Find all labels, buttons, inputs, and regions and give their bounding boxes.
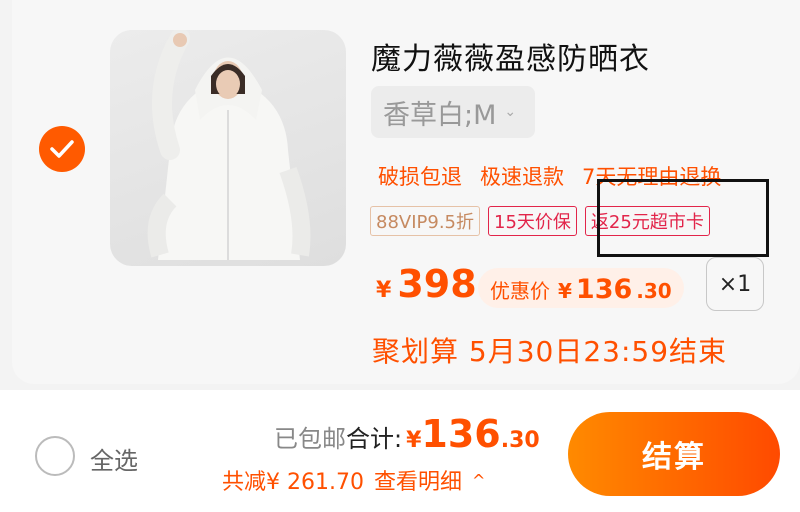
tag-price-protection: 15天价保 — [488, 206, 577, 236]
select-all-label[interactable]: 全选 — [90, 441, 138, 476]
highlight-box — [597, 179, 769, 257]
select-all-radio[interactable] — [35, 436, 75, 476]
chevron-down-icon: ⌄ — [504, 104, 517, 120]
product-title[interactable]: 魔力薇薇盈感防晒衣 — [371, 34, 650, 78]
deal-countdown: 聚划算 5月30日23:59结束 — [372, 335, 728, 368]
sku-text: 香草白;M — [383, 99, 497, 131]
promo-dec: .30 — [636, 279, 672, 303]
savings-text: 共减¥ 261.70 — [222, 470, 364, 495]
total-symbol: ¥ — [406, 428, 422, 453]
promo-int: 136 — [575, 274, 633, 305]
checkmark-icon — [50, 140, 74, 158]
promo-symbol: ¥ — [558, 279, 572, 303]
item-checkbox[interactable] — [39, 126, 85, 172]
total-line: 已包邮 合计: ¥ 136 .30 — [274, 412, 540, 456]
view-details-link[interactable]: 查看明细 — [374, 464, 462, 496]
checkout-bar: 全选 已包邮 合计: ¥ 136 .30 共减¥ 261.70 查看明细 ^ 结… — [0, 390, 800, 512]
discount-price-badge: 优惠价 ¥ 136 .30 — [478, 268, 684, 308]
chevron-up-icon: ^ — [472, 470, 486, 490]
service-item: 极速退款 — [480, 165, 564, 189]
checkout-button[interactable]: 结算 — [568, 412, 780, 496]
sku-selector[interactable]: 香草白;M ⌄ — [371, 86, 535, 138]
total-label: 合计: — [346, 425, 403, 453]
promo-label: 优惠价 — [490, 279, 550, 303]
free-shipping-label: 已包邮 — [274, 425, 346, 453]
original-price: ¥ 398 — [376, 262, 477, 306]
savings-line[interactable]: 共减¥ 261.70 查看明细 ^ — [222, 464, 485, 496]
total-int: 136 — [421, 412, 501, 456]
service-item: 破损包退 — [378, 165, 462, 189]
quantity-stepper[interactable]: ×1 — [706, 257, 764, 311]
total-dec: .30 — [500, 428, 540, 453]
product-image[interactable] — [110, 30, 346, 266]
price-value: 398 — [397, 262, 477, 306]
price-symbol: ¥ — [376, 278, 392, 303]
tag-vip-discount: 88VIP9.5折 — [370, 206, 481, 236]
